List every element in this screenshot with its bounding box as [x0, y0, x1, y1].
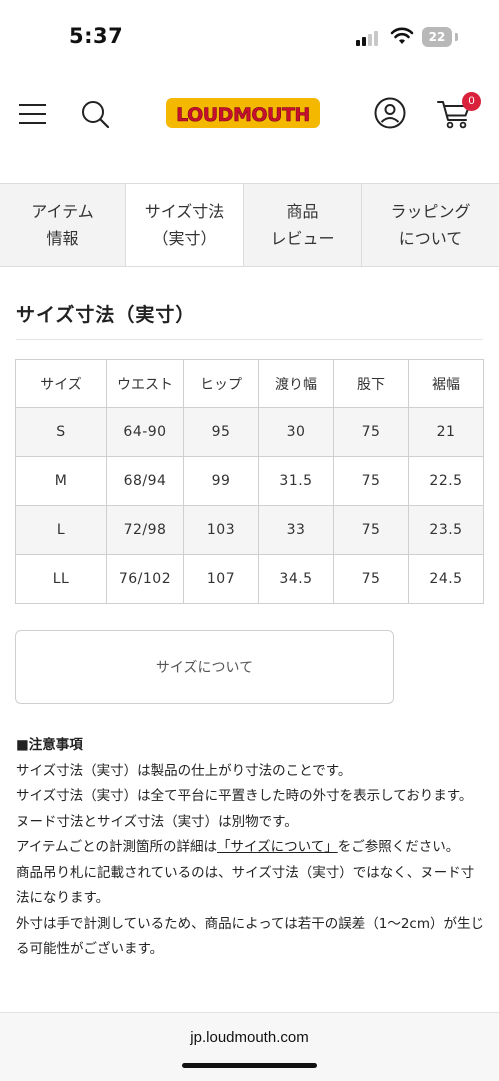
column-header-size: サイズ	[15, 359, 107, 408]
search-icon[interactable]	[80, 99, 110, 129]
product-tabs: アイテム 情報 サイズ寸法 （実寸） 商品 レビュー ラッピング について	[0, 183, 499, 267]
status-bar: 5:37 22	[0, 0, 499, 72]
tab-wrapping[interactable]: ラッピング について	[362, 184, 499, 266]
table-cell: 64-90	[106, 407, 184, 457]
column-header-waist: ウエスト	[106, 359, 184, 408]
table-row: LL 76/102 107 34.5 75 24.5	[15, 554, 484, 604]
site-header: LOUDMOUTH	[0, 72, 499, 156]
browser-bottom-bar: jp.loudmouth.com	[0, 1012, 499, 1081]
note-line: ヌード寸法とサイズ寸法（実寸）は別物です。	[16, 813, 298, 830]
cellular-signal-icon	[356, 30, 382, 46]
table-cell: 75	[333, 505, 409, 555]
table-cell: 33	[258, 505, 334, 555]
table-cell: 75	[333, 407, 409, 457]
about-size-link[interactable]: 「サイズについて」	[217, 839, 338, 855]
table-cell: 30	[258, 407, 334, 457]
table-cell: 34.5	[258, 554, 334, 604]
table-cell: S	[15, 407, 107, 457]
table-cell: 21	[408, 407, 484, 457]
table-cell: L	[15, 505, 107, 555]
note-text: アイテムごとの計測箇所の詳細は	[16, 839, 218, 855]
status-time: 5:37	[69, 24, 124, 48]
section-title: サイズ寸法（実寸）	[16, 304, 196, 326]
table-cell: 76/102	[106, 554, 184, 604]
table-cell: 95	[183, 407, 259, 457]
logo-text: LOUDMOUTH	[176, 104, 310, 126]
column-header-inseam: 股下	[333, 359, 409, 408]
note-line: アイテムごとの計測箇所の詳細は「サイズについて」をご参照ください。	[16, 835, 486, 861]
note-line: サイズ寸法（実寸）は全て平台に平置きした時の外寸を表示しております。	[16, 788, 473, 804]
home-indicator[interactable]	[182, 1063, 317, 1068]
battery-tip	[455, 33, 458, 41]
table-cell: 23.5	[408, 505, 484, 555]
table-cell: 103	[183, 505, 259, 555]
cart-count-badge: 0	[462, 92, 481, 111]
table-cell: 107	[183, 554, 259, 604]
table-row: S 64-90 95 30 75 21	[15, 407, 484, 457]
notes-heading: ■注意事項	[16, 737, 83, 753]
url-display[interactable]: jp.loudmouth.com	[0, 1029, 499, 1046]
table-cell: 24.5	[408, 554, 484, 604]
wifi-icon	[390, 27, 414, 44]
table-row: M 68/94 99 31.5 75 22.5	[15, 456, 484, 506]
table-row: L 72/98 103 33 75 23.5	[15, 505, 484, 555]
loudmouth-logo[interactable]: LOUDMOUTH	[165, 96, 321, 130]
column-header-hem-width: 裾幅	[408, 359, 484, 408]
table-cell: LL	[15, 554, 107, 604]
notes-section: ■注意事項 サイズ寸法（実寸）は製品の仕上がり寸法のことです。 サイズ寸法（実寸…	[16, 733, 486, 1013]
table-cell: 75	[333, 554, 409, 604]
note-line: サイズ寸法（実寸）は製品の仕上がり寸法のことです。	[16, 762, 352, 779]
table-cell: 72/98	[106, 505, 184, 555]
table-cell: 22.5	[408, 456, 484, 506]
tab-item-info[interactable]: アイテム 情報	[0, 184, 126, 266]
column-header-thigh-width: 渡り幅	[258, 359, 334, 408]
note-line: 商品吊り札に記載されているのは、サイズ寸法（実寸）ではなく、ヌード寸法になります…	[16, 864, 475, 907]
menu-icon[interactable]	[19, 102, 46, 126]
table-cell: 99	[183, 456, 259, 506]
note-line: 外寸は手で計測しているため、商品によっては若干の誤差（1〜2cm）が生じる可能性…	[16, 915, 484, 958]
table-cell: 68/94	[106, 456, 184, 506]
divider	[16, 339, 483, 340]
size-table: サイズ ウエスト ヒップ 渡り幅 股下 裾幅 S 64-90 95 30 75 …	[15, 359, 484, 604]
column-header-hip: ヒップ	[183, 359, 259, 408]
tab-product-reviews[interactable]: 商品 レビュー	[244, 184, 362, 266]
tab-size-measurements[interactable]: サイズ寸法 （実寸）	[126, 184, 244, 266]
about-size-button[interactable]: サイズについて	[15, 630, 394, 704]
table-cell: 75	[333, 456, 409, 506]
table-header-row: サイズ ウエスト ヒップ 渡り幅 股下 裾幅	[15, 359, 484, 408]
table-cell: 31.5	[258, 456, 334, 506]
battery-icon: 22	[422, 27, 452, 47]
note-text: をご参照ください。	[337, 839, 460, 855]
table-cell: M	[15, 456, 107, 506]
account-icon[interactable]	[374, 97, 406, 129]
